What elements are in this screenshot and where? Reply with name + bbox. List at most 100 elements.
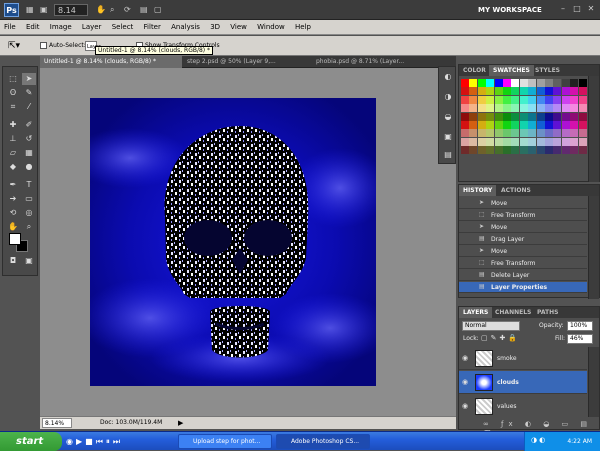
- color-swatch[interactable]: [528, 137, 537, 146]
- layer-row-smoke[interactable]: ◉ smoke: [459, 347, 587, 370]
- color-swatch[interactable]: [494, 87, 503, 96]
- info-icon[interactable]: ▤: [441, 149, 455, 161]
- color-swatch[interactable]: [511, 129, 520, 138]
- color-swatch[interactable]: [536, 121, 545, 129]
- history-row[interactable]: ⬚ Free Transform: [459, 210, 587, 221]
- history-row[interactable]: ➤ Move: [459, 246, 587, 257]
- tab-swatches[interactable]: SWATCHES: [489, 65, 534, 76]
- healing-brush-icon[interactable]: ✚: [6, 119, 20, 131]
- color-swatch[interactable]: [486, 137, 495, 146]
- history-row[interactable]: ➤ Move: [459, 222, 587, 233]
- masks-icon[interactable]: ◒: [441, 111, 455, 123]
- menu-3d[interactable]: 3D: [206, 20, 224, 35]
- blend-mode-select[interactable]: Normal: [462, 321, 520, 331]
- brush-tool-icon[interactable]: ✐: [22, 119, 36, 131]
- menu-file[interactable]: File: [0, 20, 20, 35]
- workspace-switcher[interactable]: MY WORKSPACE: [478, 4, 542, 16]
- color-swatch[interactable]: [570, 95, 579, 104]
- eyedropper-tool-icon[interactable]: ⁄: [22, 101, 36, 113]
- color-swatch[interactable]: [461, 112, 469, 121]
- color-swatch[interactable]: [561, 121, 570, 129]
- color-swatch[interactable]: [469, 137, 478, 146]
- color-swatch[interactable]: [553, 104, 562, 113]
- color-swatch[interactable]: [503, 137, 511, 146]
- color-swatch[interactable]: [553, 79, 562, 87]
- mini-bridge-icon[interactable]: ▣: [40, 4, 48, 16]
- gradient-tool-icon[interactable]: ▦: [22, 147, 36, 159]
- hand-tool-icon[interactable]: ✋: [96, 4, 106, 16]
- tab-untitled-1[interactable]: Untitled-1 @ 8.14% (clouds, RGB/8) *: [40, 56, 182, 68]
- swatches-scrollbar[interactable]: [588, 76, 599, 182]
- color-swatch[interactable]: [561, 95, 570, 104]
- tab-color[interactable]: COLOR: [459, 65, 490, 76]
- move-tool-icon[interactable]: ➤: [22, 73, 36, 85]
- color-swatch[interactable]: [545, 87, 553, 96]
- tray-icons[interactable]: ◑◐: [531, 436, 547, 444]
- color-swatch[interactable]: [494, 129, 503, 138]
- color-swatch[interactable]: [477, 104, 486, 113]
- color-swatch[interactable]: [570, 121, 579, 129]
- lasso-tool-icon[interactable]: ʘ: [6, 87, 20, 99]
- color-swatch[interactable]: [477, 95, 486, 104]
- tab-styles[interactable]: STYLES: [531, 65, 564, 76]
- color-swatch[interactable]: [536, 79, 545, 87]
- color-swatch[interactable]: [477, 137, 486, 146]
- color-swatch[interactable]: [528, 79, 537, 87]
- history-row[interactable]: ▤ Drag Layer: [459, 234, 587, 245]
- color-swatch[interactable]: [578, 95, 587, 104]
- color-swatch[interactable]: [528, 104, 537, 113]
- bridge-icon[interactable]: ▦: [26, 4, 34, 16]
- color-swatch[interactable]: [570, 79, 579, 87]
- color-swatch[interactable]: [477, 121, 486, 129]
- foreground-color-swatch[interactable]: [9, 233, 21, 245]
- menu-select[interactable]: Select: [108, 20, 138, 35]
- shape-tool-icon[interactable]: ▭: [22, 193, 36, 205]
- color-swatch[interactable]: [545, 95, 553, 104]
- zoom-tool-icon[interactable]: ⌕: [110, 4, 114, 16]
- color-swatch[interactable]: [461, 95, 469, 104]
- color-swatch[interactable]: [536, 112, 545, 121]
- zoom-icon[interactable]: ⌕: [22, 221, 36, 233]
- color-swatch[interactable]: [519, 87, 528, 96]
- blur-tool-icon[interactable]: ◆: [6, 161, 20, 173]
- tab-layers[interactable]: LAYERS: [459, 307, 493, 318]
- color-swatch[interactable]: [553, 137, 562, 146]
- marquee-tool-icon[interactable]: ⬚: [6, 73, 20, 85]
- color-swatch[interactable]: [461, 146, 469, 155]
- color-swatch[interactable]: [536, 146, 545, 155]
- color-swatch[interactable]: [519, 79, 528, 87]
- color-swatch[interactable]: [477, 112, 486, 121]
- color-swatch[interactable]: [494, 121, 503, 129]
- color-swatch[interactable]: [519, 104, 528, 113]
- color-swatch[interactable]: [461, 104, 469, 113]
- color-swatch[interactable]: [519, 112, 528, 121]
- history-row-selected[interactable]: ▤ Layer Properties: [459, 282, 587, 293]
- color-swatch[interactable]: [486, 87, 495, 96]
- visibility-eye-icon[interactable]: ◉: [462, 378, 470, 386]
- color-swatch[interactable]: [545, 129, 553, 138]
- color-swatch[interactable]: [503, 112, 511, 121]
- color-swatch[interactable]: [469, 95, 478, 104]
- color-swatch[interactable]: [511, 87, 520, 96]
- color-swatch[interactable]: [570, 112, 579, 121]
- menu-edit[interactable]: Edit: [22, 20, 44, 35]
- quick-mask-icon[interactable]: ◘: [6, 255, 20, 267]
- color-swatch[interactable]: [553, 87, 562, 96]
- color-swatch[interactable]: [528, 112, 537, 121]
- brushes-icon[interactable]: ▣: [441, 131, 455, 143]
- canvas-area[interactable]: [40, 68, 456, 416]
- color-swatch[interactable]: [486, 146, 495, 155]
- tab-paths[interactable]: PATHS: [533, 307, 562, 318]
- color-swatch[interactable]: [477, 87, 486, 96]
- color-swatch[interactable]: [570, 129, 579, 138]
- color-swatch[interactable]: [561, 129, 570, 138]
- color-swatch[interactable]: [469, 112, 478, 121]
- color-swatch[interactable]: [461, 121, 469, 129]
- color-swatch[interactable]: [561, 146, 570, 155]
- color-swatch[interactable]: [570, 104, 579, 113]
- screen-mode-icon[interactable]: ▢: [154, 4, 162, 16]
- color-swatch[interactable]: [545, 112, 553, 121]
- minimize-button[interactable]: –: [558, 4, 568, 14]
- color-swatch[interactable]: [494, 95, 503, 104]
- swatch-grid[interactable]: [461, 79, 587, 163]
